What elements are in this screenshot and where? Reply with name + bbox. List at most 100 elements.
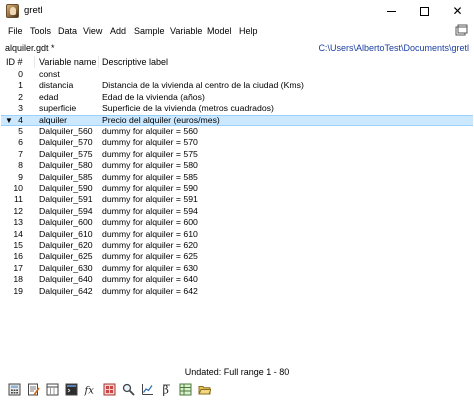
cell-variable-name: Dalquiler_630	[39, 262, 93, 273]
menu-add[interactable]: Add	[110, 26, 126, 36]
table-row[interactable]: 14 Dalquiler_610 dummy for alquiler = 610	[1, 229, 473, 240]
menu-bar: File Tools Data View Add Sample Variable…	[0, 23, 474, 40]
dataset-filename: alquiler.gdt *	[5, 43, 55, 53]
console-icon[interactable]	[65, 383, 78, 396]
status-text: Undated: Full range 1 - 80	[184, 367, 290, 377]
search-icon[interactable]	[122, 383, 135, 396]
function-fx-icon[interactable]: fx	[84, 383, 97, 397]
windows-list-icon[interactable]	[455, 24, 468, 37]
cell-descriptive-label: dummy for alquiler = 591	[102, 194, 198, 205]
cell-variable-name: distancia	[39, 80, 74, 91]
cell-id: 12	[13, 205, 23, 216]
table-row[interactable]: 10 Dalquiler_590 dummy for alquiler = 590	[1, 183, 473, 194]
cell-variable-name: Dalquiler_590	[39, 183, 93, 193]
cell-id: 15	[13, 240, 23, 250]
close-icon: ✕	[452, 4, 463, 18]
new-dataset-icon[interactable]	[46, 383, 59, 396]
cell-id: 18	[13, 274, 23, 285]
cell-descriptive-label: dummy for alquiler = 610	[102, 228, 198, 239]
table-row[interactable]: 3 superficie Superficie de la vivienda (me…	[1, 103, 473, 114]
table-row[interactable]: 16 Dalquiler_625 dummy for alquiler = 625	[1, 251, 473, 262]
graph-icon[interactable]	[141, 383, 154, 396]
menu-model[interactable]: Model	[207, 26, 232, 36]
cell-descriptive-label: dummy for alquiler = 594	[102, 205, 198, 216]
cell-id: 5	[18, 126, 23, 136]
menu-data[interactable]: Data	[58, 26, 77, 36]
cell-descriptive-label: Superficie de la vivienda (metros cuadra…	[102, 103, 274, 114]
menu-help[interactable]: Help	[239, 26, 258, 36]
table-row[interactable]: 2 edad Edad de la vivienda (años)	[1, 92, 473, 103]
cell-variable-name: const	[39, 69, 60, 79]
cell-id: 14	[13, 228, 23, 239]
cell-id: 17	[13, 262, 23, 273]
cell-id: 2	[18, 91, 23, 102]
cell-descriptive-label: Edad de la vivienda (años)	[102, 91, 205, 102]
table-row[interactable]: 15 Dalquiler_620 dummy for alquiler = 620	[1, 240, 473, 251]
cell-variable-name: Dalquiler_591	[39, 194, 93, 205]
table-row[interactable]: 13 Dalquiler_600 dummy for alquiler = 600	[1, 217, 473, 228]
cell-variable-name: Dalquiler_580	[39, 160, 93, 171]
bottom-toolbar: fx β	[0, 381, 474, 400]
minimize-button[interactable]	[375, 0, 408, 22]
cell-variable-name: Dalquiler_594	[39, 205, 93, 216]
column-divider[interactable]	[98, 56, 99, 68]
maximize-icon	[420, 6, 429, 16]
status-bar: Undated: Full range 1 - 80	[0, 366, 474, 380]
column-header-id[interactable]: ID #	[6, 57, 23, 67]
menu-view[interactable]: View	[83, 26, 102, 36]
table-row[interactable]: 17 Dalquiler_630 dummy for alquiler = 630	[1, 263, 473, 274]
table-row[interactable]: 5 Dalquiler_560 dummy for alquiler = 560	[1, 126, 473, 137]
working-directory[interactable]: C:\Users\AlbertoTest\Documents\gretl	[318, 43, 469, 53]
menu-file[interactable]: File	[8, 26, 23, 36]
cell-descriptive-label: dummy for alquiler = 630	[102, 262, 198, 273]
table-row[interactable]: 9 Dalquiler_585 dummy for alquiler = 585	[1, 172, 473, 183]
cell-variable-name: Dalquiler_600	[39, 217, 93, 228]
table-row[interactable]: 19 Dalquiler_642 dummy for alquiler = 642	[1, 286, 473, 297]
cell-descriptive-label: dummy for alquiler = 580	[102, 160, 198, 171]
cell-variable-name: Dalquiler_625	[39, 251, 93, 262]
cell-variable-name: edad	[39, 91, 59, 102]
cell-id: 8	[18, 160, 23, 171]
open-folder-icon[interactable]	[198, 383, 211, 396]
table-row[interactable]: 18 Dalquiler_640 dummy for alquiler = 640	[1, 274, 473, 285]
cell-descriptive-label: dummy for alquiler = 640	[102, 274, 198, 285]
session-icon[interactable]	[103, 383, 116, 396]
window-title: gretl	[24, 5, 43, 16]
cell-id: 11	[13, 194, 23, 205]
maximize-button[interactable]	[408, 0, 441, 22]
cell-variable-name: Dalquiler_620	[39, 240, 93, 250]
menu-sample[interactable]: Sample	[134, 26, 165, 36]
close-button[interactable]: ✕	[441, 0, 474, 22]
table-row-selected[interactable]: ▼ 4 alquiler Precio del alquiler (euros/mes…	[1, 114, 473, 126]
svg-text:fx: fx	[84, 386, 94, 397]
menu-tools[interactable]: Tools	[30, 26, 51, 36]
column-header-name[interactable]: Variable name	[39, 57, 96, 67]
table-row[interactable]: 7 Dalquiler_575 dummy for alquiler = 575	[1, 149, 473, 160]
script-editor-icon[interactable]	[27, 383, 40, 396]
menu-variable[interactable]: Variable	[170, 26, 202, 36]
calculator-icon[interactable]	[8, 383, 21, 396]
cell-variable-name: Dalquiler_575	[39, 148, 93, 159]
table-row[interactable]: 8 Dalquiler_580 dummy for alquiler = 580	[1, 160, 473, 171]
cell-variable-name: Dalquiler_610	[39, 228, 93, 239]
beta-model-icon[interactable]: β	[160, 383, 173, 396]
title-bar: gretl ✕	[0, 0, 474, 22]
cell-variable-name: Dalquiler_640	[39, 274, 93, 285]
cell-id: 7	[18, 148, 23, 159]
column-divider[interactable]	[34, 56, 35, 68]
cell-variable-name: Dalquiler_560	[39, 126, 93, 136]
variable-list[interactable]: ID # Variable name Descriptive label 0 co…	[1, 55, 473, 364]
table-row[interactable]: 0 const	[1, 69, 473, 80]
table-row[interactable]: 6 Dalquiler_570 dummy for alquiler = 570	[1, 137, 473, 148]
list-header: ID # Variable name Descriptive label	[1, 55, 473, 69]
table-row[interactable]: 1 distancia Distancia de la vivienda al ce…	[1, 80, 473, 91]
data-table-icon[interactable]	[179, 383, 192, 396]
table-row[interactable]: 11 Dalquiler_591 dummy for alquiler = 591	[1, 194, 473, 205]
cell-descriptive-label: dummy for alquiler = 590	[102, 183, 198, 193]
cell-id: 10	[13, 183, 23, 193]
gretl-app-icon	[6, 4, 19, 18]
cell-id: 13	[13, 217, 23, 228]
column-header-label[interactable]: Descriptive label	[102, 57, 168, 67]
cell-id: 4	[18, 114, 23, 125]
table-row[interactable]: 12 Dalquiler_594 dummy for alquiler = 594	[1, 206, 473, 217]
